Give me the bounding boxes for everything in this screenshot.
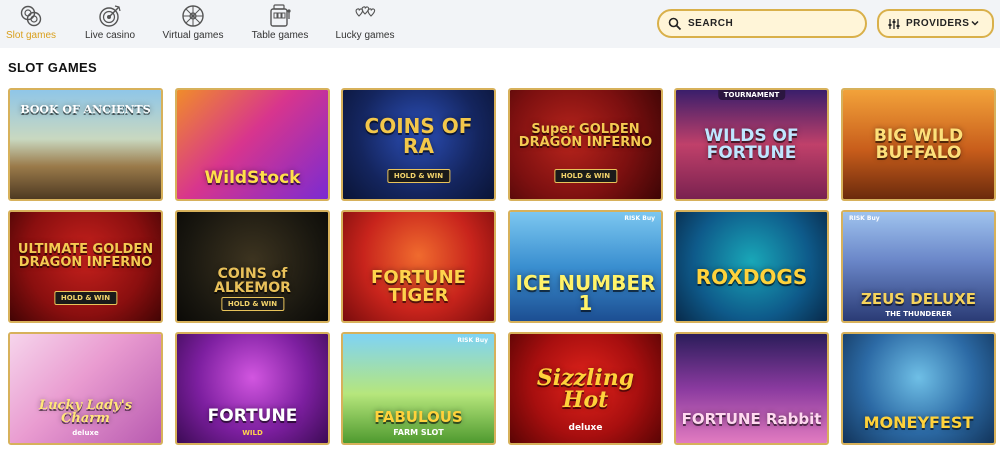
game-tile[interactable]: FORTUNE Rabbit <box>674 332 829 445</box>
nav-label: Virtual games <box>162 30 224 41</box>
game-tile[interactable]: Super GOLDEN DRAGON INFERNO HOLD & WIN <box>508 88 663 201</box>
nav-item-live-casino[interactable]: Live casino <box>85 0 135 48</box>
game-tile[interactable]: TOURNAMENT WILDS OF FORTUNE <box>674 88 829 201</box>
tournament-tag: TOURNAMENT <box>717 90 786 100</box>
risk-buy-label: RISK Buy <box>849 215 880 222</box>
nav-label: Lucky games <box>335 30 395 41</box>
search-box[interactable] <box>657 9 867 38</box>
game-title: COINS OF RA <box>364 113 473 158</box>
game-badge: HOLD & WIN <box>553 169 618 183</box>
nav-item-lucky-games[interactable]: Lucky games <box>335 0 395 48</box>
game-title: BIG WILD BUFFALO <box>873 125 964 163</box>
game-title: Lucky Lady's Charm <box>38 398 133 426</box>
providers-label: PROVIDERS <box>906 18 970 29</box>
search-icon <box>668 17 682 30</box>
game-tile[interactable]: ROXDOGS <box>674 210 829 323</box>
filter-sliders-icon <box>888 18 900 29</box>
game-tile[interactable]: BIG WILD BUFFALO <box>841 88 996 201</box>
game-badge: HOLD & WIN <box>53 291 118 305</box>
risk-buy-label: RISK Buy <box>457 337 488 344</box>
nav-item-table-games[interactable]: Table games <box>251 0 309 48</box>
game-tile[interactable]: WildStock <box>175 88 330 201</box>
game-title: FORTUNE TIGER <box>371 267 466 306</box>
wheel-icon <box>182 5 204 27</box>
game-subtitle: deluxe <box>72 429 99 437</box>
section-title: SLOT GAMES <box>8 60 97 75</box>
game-title: WildStock <box>204 168 301 188</box>
nav-item-slot-games[interactable]: Slot games <box>5 0 57 48</box>
nav-label: Table games <box>251 30 309 41</box>
game-tile[interactable]: FORTUNE WILD <box>175 332 330 445</box>
risk-buy-label: RISK Buy <box>624 215 655 222</box>
nav-label: Live casino <box>84 30 136 41</box>
game-tile[interactable]: RISK Buy ICE NUMBER 1 <box>508 210 663 323</box>
game-tile[interactable]: Lucky Lady's Charm deluxe <box>8 332 163 445</box>
game-tile[interactable]: COINS of ALKEMOR HOLD & WIN <box>175 210 330 323</box>
game-subtitle: THE THUNDERER <box>885 310 952 318</box>
search-input[interactable] <box>688 18 848 29</box>
game-title: ICE NUMBER 1 <box>515 271 656 315</box>
nav-label: Slot games <box>5 30 57 41</box>
hearts-icon <box>355 6 376 17</box>
top-navigation-bar: Slot games Live casino Virtual games Tab… <box>0 0 1000 48</box>
game-tile[interactable]: RISK Buy ZEUS DELUXE THE THUNDERER <box>841 210 996 323</box>
game-title: ZEUS DELUXE <box>860 290 977 308</box>
game-thumbnail <box>343 334 494 443</box>
game-title: FABULOUS <box>374 408 463 426</box>
game-tile[interactable]: RISK Buy FABULOUS FARM SLOT <box>341 332 496 445</box>
game-title: FORTUNE Rabbit <box>681 410 822 428</box>
game-tile[interactable]: COINS OF RA HOLD & WIN <box>341 88 496 201</box>
nav-item-virtual-games[interactable]: Virtual games <box>162 0 224 48</box>
game-title: COINS of ALKEMOR <box>214 266 291 296</box>
game-tile[interactable]: Sizzling Hot deluxe <box>508 332 663 445</box>
chevron-down-icon <box>971 20 979 26</box>
game-subtitle: deluxe <box>568 423 603 433</box>
game-title: BOOK OF ANCIENTS <box>20 103 151 116</box>
game-title: ULTIMATE GOLDEN DRAGON INFERNO <box>17 241 154 270</box>
slot-machine-icon <box>270 4 291 27</box>
game-thumbnail <box>10 334 161 443</box>
game-badge: HOLD & WIN <box>220 297 285 311</box>
game-title: Sizzling Hot <box>536 364 635 413</box>
game-badge: HOLD & WIN <box>386 169 451 183</box>
game-tile[interactable]: BOOK OF ANCIENTS <box>8 88 163 201</box>
game-title: FORTUNE <box>207 406 298 426</box>
game-tile[interactable]: ULTIMATE GOLDEN DRAGON INFERNO HOLD & WI… <box>8 210 163 323</box>
game-thumbnail <box>177 334 328 443</box>
game-title: WILDS OF FORTUNE <box>704 125 799 163</box>
game-title: Super GOLDEN DRAGON INFERNO <box>518 121 653 150</box>
game-subtitle: FARM SLOT <box>393 428 444 437</box>
game-title: MONEYFEST <box>863 413 974 432</box>
game-tile[interactable]: FORTUNE TIGER <box>341 210 496 323</box>
game-subtitle: WILD <box>242 429 263 437</box>
game-tile[interactable]: MONEYFEST <box>841 332 996 445</box>
providers-dropdown[interactable]: PROVIDERS <box>877 9 994 38</box>
slot-chips-icon <box>20 5 42 27</box>
target-icon <box>99 5 121 27</box>
game-title: ROXDOGS <box>695 265 808 290</box>
